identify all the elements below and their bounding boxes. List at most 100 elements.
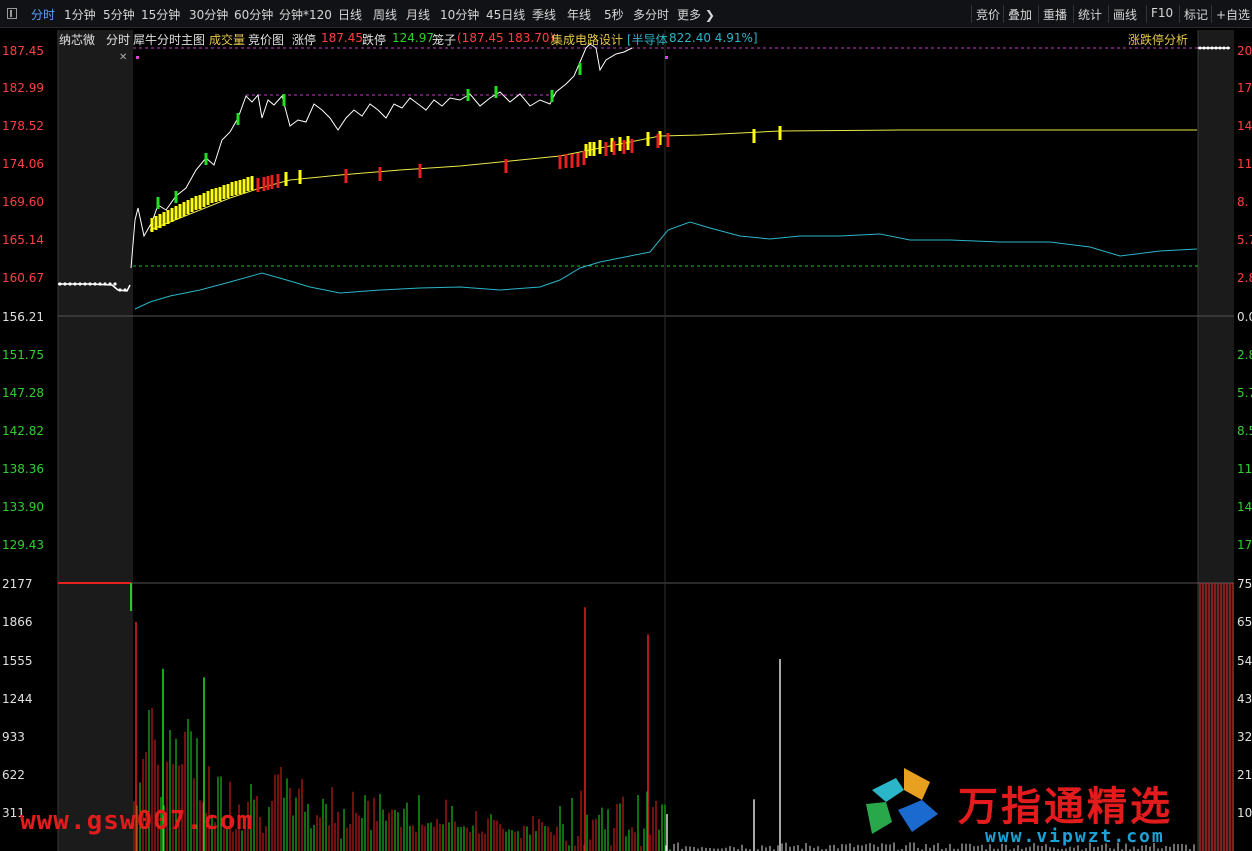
red-signal-bar bbox=[504, 159, 508, 173]
green-signal-bar bbox=[204, 153, 208, 165]
yellow-signal-bar bbox=[170, 208, 174, 222]
auction-dot bbox=[93, 282, 97, 286]
yellow-signal-bar bbox=[284, 172, 288, 186]
yellow-signal-bar bbox=[222, 185, 226, 199]
index-label[interactable]: [半导体 bbox=[627, 31, 668, 48]
pct-tick: 5.7 bbox=[1237, 386, 1252, 400]
yellow-signal-bar bbox=[190, 198, 194, 212]
yellow-signal-bar bbox=[230, 182, 234, 196]
main-indicator-label[interactable]: 犀牛分时主图 bbox=[133, 31, 205, 48]
yellow-signal-bar bbox=[752, 129, 756, 143]
green-signal-bar bbox=[578, 63, 582, 75]
watermark-brand-url: www.vipwzt.com bbox=[985, 826, 1165, 847]
after-hours-dot bbox=[1202, 46, 1206, 50]
yellow-signal-bar bbox=[226, 184, 230, 198]
green-signal-bar bbox=[282, 94, 286, 106]
red-signal-bar bbox=[582, 151, 586, 165]
mode-label[interactable]: 分时 bbox=[106, 31, 130, 48]
volume-tick: 2177 bbox=[2, 577, 33, 591]
pct-tick: 8. bbox=[1237, 195, 1249, 209]
yellow-signal-bar bbox=[150, 218, 154, 232]
auction-dot bbox=[83, 282, 87, 286]
auction-dot bbox=[73, 282, 77, 286]
after-hours-dot bbox=[1206, 46, 1210, 50]
pct-tick: 11 bbox=[1237, 462, 1252, 476]
red-signal-bar bbox=[570, 154, 574, 168]
red-signal-bar bbox=[576, 153, 580, 167]
price-tick: 156.21 bbox=[2, 310, 44, 324]
close-icon[interactable]: ✕ bbox=[119, 52, 127, 63]
auction-dot bbox=[103, 282, 107, 286]
limit-analysis-button[interactable]: 涨跌停分析 bbox=[1128, 31, 1188, 48]
limit-down-label: 跌停 bbox=[362, 33, 387, 47]
yellow-signal-bar bbox=[298, 170, 302, 184]
index-value: 822.40 4.91%] bbox=[669, 31, 758, 45]
price-tick: 160.67 bbox=[2, 271, 44, 285]
green-signal-bar bbox=[466, 89, 470, 101]
yellow-signal-bar bbox=[246, 177, 250, 191]
after-hours-dot bbox=[1214, 46, 1218, 50]
yellow-signal-bar bbox=[186, 200, 190, 214]
watermark-brand: 万指通精选 bbox=[958, 784, 1173, 830]
auction-volume-bar bbox=[130, 583, 132, 611]
yellow-signal-bar bbox=[242, 179, 246, 193]
volume-right-tick: 65 bbox=[1237, 615, 1252, 629]
yellow-signal-bar bbox=[598, 140, 602, 154]
red-signal-bar bbox=[266, 176, 270, 190]
volume-tick: 1244 bbox=[2, 692, 33, 706]
volume-right-tick: 32 bbox=[1237, 730, 1252, 744]
yellow-signal-bar bbox=[592, 142, 596, 156]
pct-tick: 20 bbox=[1237, 44, 1252, 58]
yellow-signal-bar bbox=[202, 193, 206, 207]
yellow-signal-bar bbox=[162, 212, 166, 226]
sector-label[interactable]: 集成电路设计 bbox=[551, 31, 623, 48]
red-signal-bar bbox=[622, 140, 626, 154]
volume-label[interactable]: 成交量 bbox=[209, 31, 245, 48]
pct-tick: 8.5 bbox=[1237, 424, 1252, 438]
price-tick: 165.14 bbox=[2, 233, 44, 247]
auction-label[interactable]: 竞价图 bbox=[248, 31, 284, 48]
yellow-signal-bar bbox=[174, 206, 178, 220]
price-tick: 133.90 bbox=[2, 500, 44, 514]
yellow-signal-bar bbox=[206, 191, 210, 205]
red-signal-bar bbox=[378, 167, 382, 181]
red-signal-bar bbox=[418, 164, 422, 178]
yellow-signal-bar bbox=[182, 202, 186, 216]
limit-down-value: 124.97 bbox=[392, 31, 434, 45]
price-tick: 169.60 bbox=[2, 195, 44, 209]
marker-dot bbox=[665, 56, 668, 59]
yellow-signal-bar bbox=[214, 188, 218, 202]
yellow-signal-bar bbox=[234, 181, 238, 195]
price-tick: 151.75 bbox=[2, 348, 44, 362]
red-signal-bar bbox=[612, 141, 616, 155]
pct-tick: 14 bbox=[1237, 119, 1252, 133]
volume-right-tick: 75 bbox=[1237, 577, 1252, 591]
stock-name: 纳芯微 bbox=[59, 33, 96, 47]
pct-tick: 17 bbox=[1237, 81, 1252, 95]
cage-label: 笼子 bbox=[432, 33, 457, 47]
red-signal-bar bbox=[630, 139, 634, 153]
price-tick: 129.43 bbox=[2, 538, 44, 552]
price-tick: 182.99 bbox=[2, 81, 44, 95]
yellow-signal-bar bbox=[158, 214, 162, 228]
after-hours-dot bbox=[1218, 46, 1222, 50]
yellow-signal-bar bbox=[166, 210, 170, 224]
auction-dot bbox=[88, 282, 92, 286]
limit-up-label: 涨停 bbox=[292, 33, 317, 47]
auction-dot bbox=[98, 282, 102, 286]
price-tick: 174.06 bbox=[2, 157, 44, 171]
yellow-signal-bar bbox=[194, 196, 198, 210]
auction-dot bbox=[68, 282, 72, 286]
after-hours-dot bbox=[1222, 46, 1226, 50]
volume-tick: 622 bbox=[2, 768, 25, 782]
intraday-chart bbox=[57, 30, 1234, 851]
index-line bbox=[134, 221, 1198, 310]
volume-tick: 933 bbox=[2, 730, 25, 744]
auction-dot bbox=[123, 288, 127, 292]
cage-value: (187.45 183.70) bbox=[457, 31, 555, 45]
yellow-signal-bar bbox=[618, 137, 622, 151]
yellow-signal-bar bbox=[178, 204, 182, 218]
auction-dot bbox=[108, 282, 112, 286]
volume-right-tick: 21 bbox=[1237, 768, 1252, 782]
yellow-signal-bar bbox=[626, 136, 630, 150]
